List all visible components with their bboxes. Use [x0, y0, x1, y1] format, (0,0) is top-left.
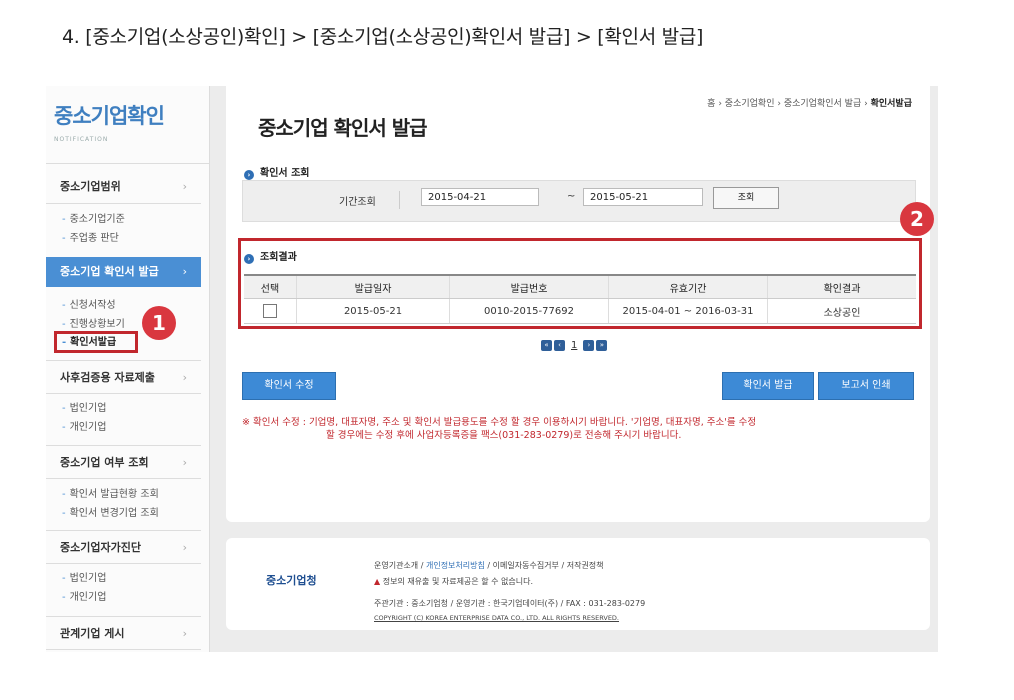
notice-line-1: ※ 확인서 수정 : 기업명, 대표자명, 주소 및 확인서 발급용도를 수정 … [242, 417, 757, 428]
menu-label: 중소기업 여부 조회 [60, 456, 149, 469]
footer-link-email[interactable]: 이메일자동수집거부 [493, 561, 559, 570]
page-title: 중소기업 확인서 발급 [258, 116, 428, 140]
breadcrumb-home[interactable]: 홈 [707, 99, 715, 109]
bullet-icon: › [244, 170, 254, 180]
breadcrumb-separator: › [718, 99, 722, 109]
period-label: 기간조회 [339, 197, 376, 208]
search-button[interactable]: 조회 [713, 187, 779, 209]
pagination: «‹ 1 ›» [540, 340, 608, 352]
breadcrumb: 홈 › 중소기업확인 › 중소기업확인서 발급 › 확인서발급 [707, 96, 912, 109]
sidebar-sub-personal-2[interactable]: - 개인기업 [62, 588, 106, 607]
screenshot-panel: 중소기업확인 NOTIFICATION 중소기업범위 › - 중소기업기준 - 주업종… [46, 86, 938, 652]
notice-line-2: 할 경우에는 수정 후에 사업자등록증을 팩스(031-283-0279)로 전… [326, 430, 682, 441]
print-report-button[interactable]: 보고서 인쇄 [818, 372, 914, 400]
footer-copyright: COPYRIGHT (C) KOREA ENTERPRISE DATA CO.,… [374, 614, 620, 622]
first-page-icon[interactable]: « [541, 340, 552, 351]
breadcrumb-current: 확인서발급 [870, 99, 912, 109]
footer-link-privacy[interactable]: 개인정보처리방침 [426, 561, 485, 570]
sidebar: 중소기업확인 NOTIFICATION 중소기업범위 › - 중소기업기준 - 주업종… [46, 86, 210, 652]
sidebar-menu-lookup[interactable]: 중소기업 여부 조회 › [46, 445, 201, 479]
chevron-right-icon: › [182, 371, 187, 384]
menu-label: 사후검증용 자료제출 [60, 371, 155, 384]
sidebar-logo-sub: NOTIFICATION [54, 136, 109, 143]
search-box: 기간조회 2015-04-21 ~ 2015-05-21 조회 [242, 180, 916, 222]
footer: 중소기업청 운영기관소개 / 개인정보처리방침 / 이메일자동수집거부 / 저작… [226, 538, 930, 630]
step-badge-2: 2 [900, 202, 934, 236]
menu-label: 중소기업범위 [60, 180, 121, 193]
sidebar-sub-issue-status[interactable]: - 확인서 발급현황 조회 [62, 485, 159, 504]
divider [399, 191, 400, 209]
page-heading: 4. [중소기업(소상공인)확인] > [중소기업(소상공인)확인서 발급] >… [62, 26, 704, 48]
sidebar-sub-corp-2[interactable]: - 법인기업 [62, 569, 106, 588]
sidebar-sub-main-industry[interactable]: - 주업종 판단 [62, 229, 119, 248]
menu-label: 중소기업자가진단 [60, 541, 141, 554]
chevron-right-icon: › [182, 180, 187, 193]
breadcrumb-separator: › [864, 99, 868, 109]
footer-link-separator: / [487, 561, 491, 570]
date-from-input[interactable]: 2015-04-21 [421, 188, 539, 206]
sidebar-menu-verification[interactable]: 사후검증용 자료제출 › [46, 360, 201, 394]
breadcrumb-separator: › [777, 99, 781, 109]
footer-links: 운영기관소개 / 개인정보처리방침 / 이메일자동수집거부 / 저작권정책 [374, 560, 604, 571]
breadcrumb-item[interactable]: 중소기업확인서 발급 [784, 99, 861, 109]
sidebar-sub-application[interactable]: - 신청서작성 [62, 296, 116, 315]
range-tilde: ~ [567, 191, 576, 202]
footer-link-separator: / [420, 561, 424, 570]
warning-icon: ▲ [374, 577, 381, 586]
next-page-icon[interactable]: › [583, 340, 595, 351]
sidebar-menu-self-check[interactable]: 중소기업자가진단 › [46, 530, 201, 564]
footer-info: 주관기관 : 중소기업청 / 운영기관 : 한국기업데이터(주) / FAX :… [374, 599, 646, 608]
footer-logo: 중소기업청 [266, 574, 317, 587]
divider [46, 163, 209, 164]
search-section-title: › 확인서 조회 [244, 164, 309, 180]
issue-certificate-button[interactable]: 확인서 발급 [722, 372, 814, 400]
chevron-right-icon: › [182, 627, 187, 640]
sidebar-logo: 중소기업확인 [54, 104, 165, 128]
highlight-box-1 [54, 331, 138, 353]
highlight-box-2 [238, 238, 922, 329]
sidebar-sub-corp[interactable]: - 법인기업 [62, 399, 106, 418]
page-number[interactable]: 1 [571, 340, 577, 351]
chevron-right-icon: › [182, 541, 187, 554]
notice-text: ※ 확인서 수정 : 기업명, 대표자명, 주소 및 확인서 발급용도를 수정 … [242, 416, 912, 442]
sidebar-sub-standard[interactable]: - 중소기업기준 [62, 210, 125, 229]
breadcrumb-item[interactable]: 중소기업확인 [725, 99, 775, 109]
edit-certificate-button[interactable]: 확인서 수정 [242, 372, 336, 400]
footer-link-separator: / [561, 561, 565, 570]
prev-page-icon[interactable]: ‹ [554, 340, 565, 351]
chevron-right-icon: › [182, 456, 187, 469]
sidebar-menu-issue[interactable]: 중소기업 확인서 발급 › [46, 257, 201, 287]
step-badge-1: 1 [142, 306, 176, 340]
sidebar-sub-changed[interactable]: - 확인서 변경기업 조회 [62, 504, 159, 523]
footer-link-about[interactable]: 운영기관소개 [374, 561, 418, 570]
footer-link-copyright[interactable]: 저작권정책 [567, 561, 604, 570]
main-content: 홈 › 중소기업확인 › 중소기업확인서 발급 › 확인서발급 중소기업 확인서… [226, 86, 934, 522]
sidebar-sub-personal[interactable]: - 개인기업 [62, 418, 106, 437]
sidebar-menu-affiliates[interactable]: 관계기업 게시 › [46, 616, 201, 650]
menu-label: 관계기업 게시 [60, 627, 125, 640]
menu-label: 중소기업 확인서 발급 [60, 265, 159, 278]
chevron-right-icon: › [182, 265, 187, 278]
sidebar-menu-range[interactable]: 중소기업범위 › [46, 170, 201, 204]
last-page-icon[interactable]: » [596, 340, 608, 351]
footer-warning: ▲ 정보의 재유출 및 자료제공은 할 수 없습니다. [374, 577, 533, 586]
date-to-input[interactable]: 2015-05-21 [583, 188, 703, 206]
